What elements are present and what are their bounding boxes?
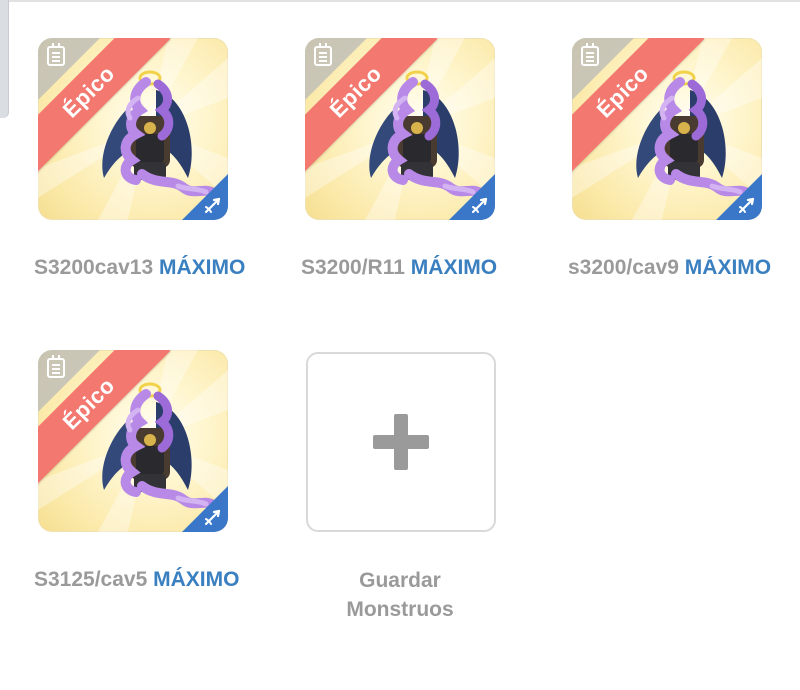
max-level-tag: MÁXIMO [158,256,246,279]
notepad-icon[interactable] [47,355,65,378]
monster-card-4[interactable]: Épico [38,350,228,532]
arrow-shot-icon [203,507,223,527]
monster-label-3: s3200/cav9 MÁXIMO [568,256,800,280]
left-scroll-handle[interactable] [0,0,9,118]
max-level-tag: MÁXIMO [153,568,240,591]
max-level-tag: MÁXIMO [684,256,772,279]
top-divider [0,0,800,2]
monster-label-1: S3200cav13 MÁXIMO [34,256,245,280]
arrow-shot-icon [203,195,223,215]
monster-name: s3200/cav9 [568,256,679,279]
monster-name: S3200cav13 [34,256,154,279]
add-slot-line-2: Monstruos [346,598,454,621]
monster-name: S3200/R11 [301,256,405,279]
max-level-tag: MÁXIMO [410,256,498,279]
add-monster-slot[interactable] [306,352,496,532]
add-slot-line-1: Guardar [359,569,441,592]
add-slot-label: Guardar Monstruos [320,566,480,624]
monster-card-1[interactable]: Épico [38,38,228,220]
monster-card-3[interactable]: Épico [572,38,762,220]
monster-name: S3125/cav5 [34,568,148,591]
monster-card-2[interactable]: Épico [305,38,495,220]
notepad-icon[interactable] [581,43,599,66]
arrow-shot-icon [737,195,757,215]
notepad-icon[interactable] [47,43,65,66]
notepad-icon[interactable] [314,43,332,66]
arrow-shot-icon [470,195,490,215]
monster-label-2: S3200/R11 MÁXIMO [301,256,497,280]
monster-label-4: S3125/cav5 MÁXIMO [34,568,239,592]
